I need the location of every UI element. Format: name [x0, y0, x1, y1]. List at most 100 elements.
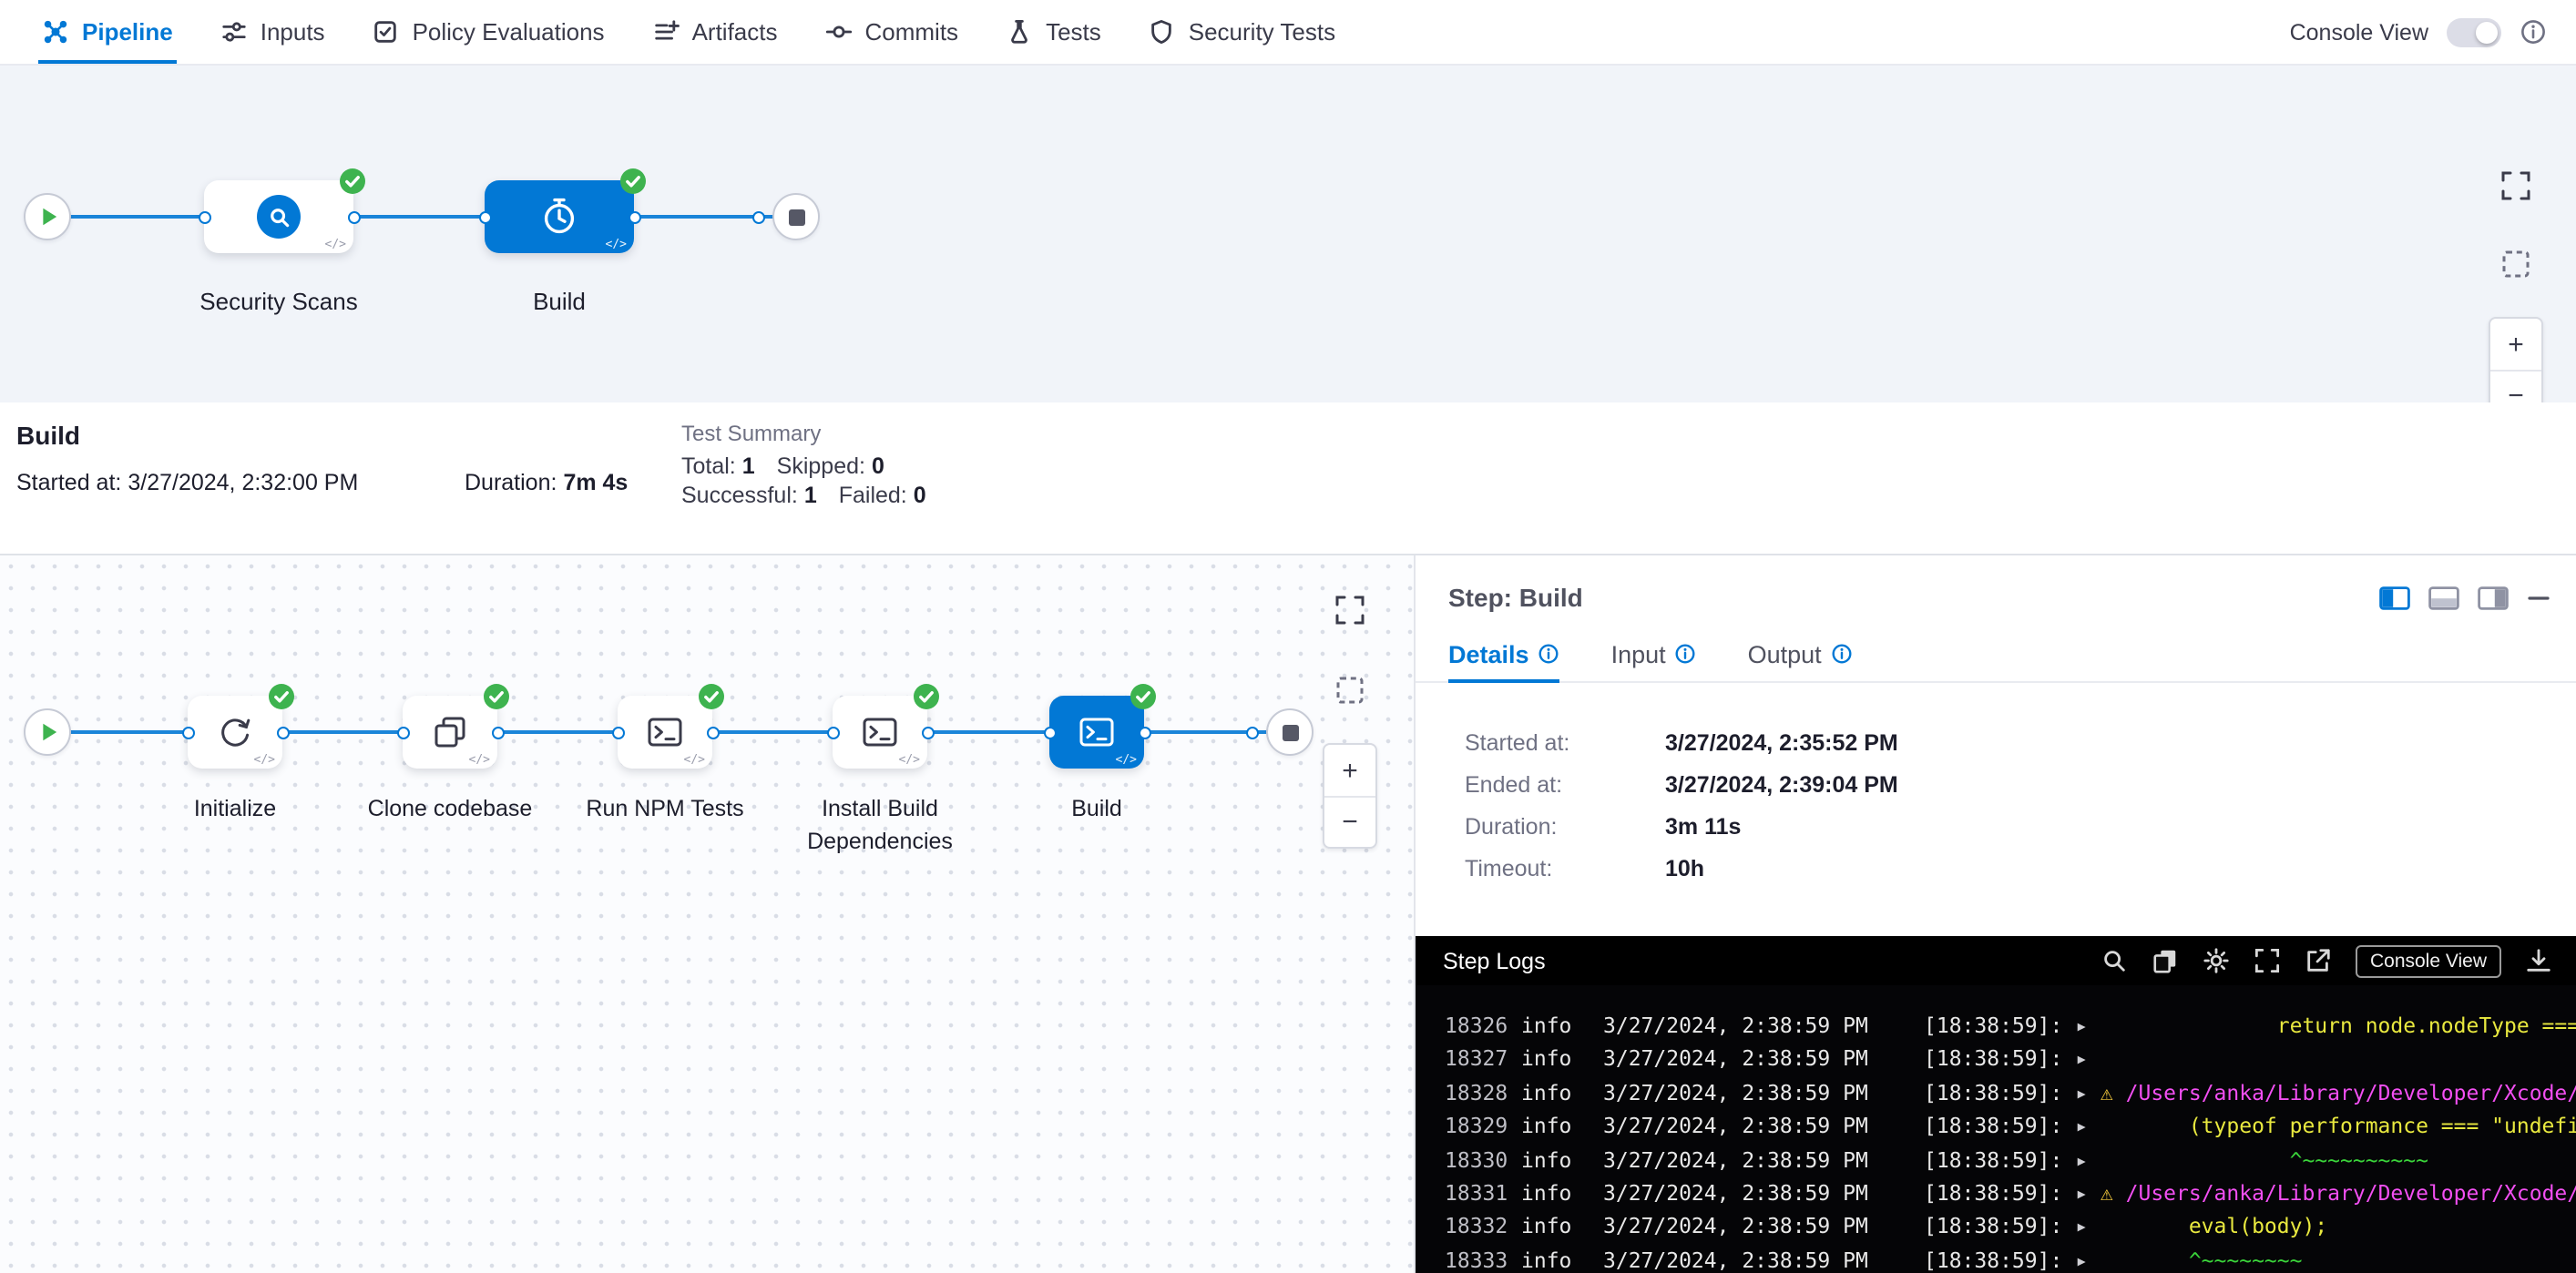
tab-label: Inputs [261, 18, 325, 46]
build-stage-icon [537, 195, 581, 239]
stage-graph-canvas[interactable]: </> Security Scans </> Build + − [0, 66, 2576, 402]
terminal-icon [645, 712, 685, 752]
tab-output[interactable]: Output [1748, 626, 1853, 681]
initialize-sync-icon [215, 712, 255, 752]
tab-inputs[interactable]: Inputs [197, 0, 349, 64]
inputs-icon [220, 18, 248, 46]
log-settings-gear-icon[interactable] [2203, 947, 2230, 974]
search-logs-icon[interactable] [2101, 947, 2128, 974]
code-glyph: </> [899, 753, 921, 765]
step-card-install-build-dependencies[interactable]: </> [833, 696, 927, 769]
info-icon[interactable] [1831, 643, 1853, 665]
tab-artifacts[interactable]: Artifacts [629, 0, 802, 64]
copy-logs-icon[interactable] [2152, 947, 2179, 974]
test-summary-row: Successful: 1Failed: 0 [681, 481, 948, 510]
selection-marquee-button[interactable] [1334, 674, 1366, 707]
step-details-list: Started at:3/27/2024, 2:35:52 PM Ended a… [1416, 683, 2576, 881]
step-panel-header: Step: Build [1416, 555, 2576, 626]
stop-icon [1282, 724, 1298, 740]
open-in-new-icon[interactable] [2305, 947, 2332, 974]
layout-split-right-icon[interactable] [2478, 586, 2509, 609]
pipeline-end-node[interactable] [772, 193, 820, 240]
flask-icon [1006, 18, 1033, 46]
log-line: 18328info3/27/2024, 2:38:59 PM[18:38:59]… [1445, 1076, 2576, 1110]
tab-label: Policy Evaluations [413, 18, 605, 46]
lower-split: </> Initialize </> Clone codebase </> Ru… [0, 555, 2576, 1273]
expand-canvas-button[interactable] [2499, 169, 2532, 202]
zoom-controls: + − [1323, 743, 1377, 849]
pipeline-start-node[interactable] [24, 193, 71, 240]
log-text: (typeof performance === "undefined" [2088, 1113, 2576, 1138]
connector-dot [826, 726, 839, 738]
tab-label: Security Tests [1189, 18, 1335, 46]
step-card-initialize[interactable]: </> [188, 696, 282, 769]
tab-label: Artifacts [692, 18, 778, 46]
tab-policy-evaluations[interactable]: Policy Evaluations [349, 0, 629, 64]
tab-tests[interactable]: Tests [982, 0, 1125, 64]
detail-row: Timeout:10h [1465, 856, 2543, 881]
connector-dot [478, 210, 491, 223]
connector-dot [491, 726, 504, 738]
info-icon[interactable] [1538, 643, 1560, 665]
tab-details[interactable]: Details [1448, 626, 1560, 681]
pipeline-icon [42, 18, 69, 46]
selection-marquee-button[interactable] [2499, 248, 2532, 280]
tab-pipeline[interactable]: Pipeline [18, 0, 197, 64]
connector-dot [1043, 726, 1056, 738]
stage-label-build: Build [533, 288, 586, 315]
step-card-build[interactable]: </> [1049, 696, 1144, 769]
step-graph-canvas[interactable]: </> Initialize </> Clone codebase </> Ru… [0, 555, 1414, 1273]
success-check-badge [619, 168, 647, 195]
fullscreen-logs-icon[interactable] [2254, 947, 2281, 974]
console-view-toggle[interactable] [2447, 17, 2501, 46]
connector-dot [276, 726, 289, 738]
log-text: eval(body); [2088, 1214, 2327, 1239]
stage-card-build[interactable]: </> [485, 180, 634, 253]
connector-dot [1138, 726, 1150, 738]
layout-split-left-icon[interactable] [2379, 586, 2410, 609]
zoom-in-button[interactable]: + [2490, 319, 2541, 370]
toggle-knob [2476, 21, 2498, 43]
detail-row: Started at:3/27/2024, 2:35:52 PM [1465, 730, 2543, 756]
tab-label: Pipeline [82, 18, 173, 46]
step-panel-title: Step: Build [1448, 583, 1583, 612]
panel-layout-controls [2379, 586, 2550, 609]
connector-dot [347, 210, 360, 223]
tab-input[interactable]: Input [1611, 626, 1697, 681]
pipeline-execution-page: Pipeline Inputs Policy Evaluations Artif… [0, 0, 2576, 1273]
stage-duration: Duration: 7m 4s [465, 470, 628, 495]
log-line: 18327info3/27/2024, 2:38:59 PM[18:38:59]… [1445, 1043, 2576, 1076]
info-icon[interactable] [1675, 643, 1697, 665]
connector-dot [628, 210, 640, 223]
expand-canvas-button[interactable] [1334, 594, 1366, 626]
build-summary-bar: Build Started at: 3/27/2024, 2:32:00 PM … [0, 402, 2576, 555]
download-logs-icon[interactable] [2525, 947, 2552, 974]
test-summary-title: Test Summary [681, 419, 948, 448]
console-view-button[interactable]: Console View [2356, 944, 2501, 977]
collapse-panel-icon[interactable] [2527, 586, 2550, 609]
play-icon [26, 193, 69, 240]
log-text: /Users/anka/Library/Developer/Xcode/Deri… [2113, 1180, 2576, 1206]
security-scan-stage-icon [257, 195, 301, 239]
tab-security-tests[interactable]: Security Tests [1125, 0, 1359, 64]
tab-label: Commits [865, 18, 959, 46]
info-icon[interactable] [2520, 18, 2547, 46]
tab-commits[interactable]: Commits [802, 0, 983, 64]
step-logs-body[interactable]: 18326info3/27/2024, 2:38:59 PM[18:38:59]… [1416, 985, 2576, 1273]
success-check-badge [913, 683, 940, 710]
step-label-install-build-dependencies: Install Build Dependencies [794, 792, 966, 859]
detail-row: Ended at:3/27/2024, 2:39:04 PM [1465, 772, 2543, 798]
stage-card-security-scans[interactable]: </> [204, 180, 353, 253]
success-check-badge [483, 683, 510, 710]
step-card-clone-codebase[interactable]: </> [403, 696, 497, 769]
zoom-in-button[interactable]: + [1324, 745, 1375, 796]
stage-start-node[interactable] [24, 708, 71, 756]
code-glyph: </> [606, 238, 628, 250]
zoom-out-button[interactable]: − [1324, 796, 1375, 847]
code-glyph: </> [684, 753, 706, 765]
layout-split-bottom-icon[interactable] [2428, 586, 2459, 609]
artifacts-icon [652, 18, 680, 46]
log-text: return node.nodeType === N [2088, 1013, 2576, 1038]
stage-end-node[interactable] [1266, 708, 1314, 756]
step-card-run-npm-tests[interactable]: </> [618, 696, 712, 769]
